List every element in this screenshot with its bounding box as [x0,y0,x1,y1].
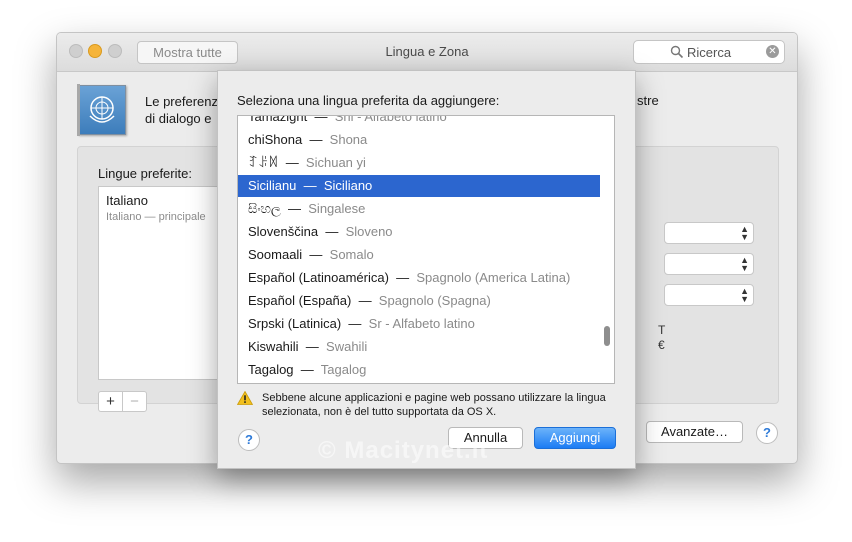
language-native-name: chiShona [248,132,303,147]
language-translated-name: Shi - Alfabeto latino [334,115,447,124]
language-name[interactable]: Italiano [106,193,148,208]
sheet-help-button[interactable]: ? [238,429,260,451]
sheet-title: Seleziona una lingua preferita da aggiun… [237,93,500,108]
title-bar: Mostra tutte Lingua e Zona Ricerca ✕ [57,33,797,72]
separator-dash: — [298,339,327,354]
language-row[interactable]: Sicilianu — Siciliano [238,175,600,197]
separator-dash: — [351,293,379,308]
un-flag-icon [77,84,126,136]
language-row[interactable]: chiShona — Shona [238,129,600,151]
language-translated-name: Tagalog [320,362,367,377]
separator-dash: — [388,270,417,285]
time-format-sample: T [658,323,666,337]
language-translated-name: Spagnolo (Spagna) [378,293,491,308]
scrollbar-thumb[interactable] [604,326,610,346]
language-native-name: Tagalog [248,362,294,377]
language-native-name: Sicilianu [248,178,297,193]
language-native-name: Soomaali [248,247,303,262]
calendar-popup[interactable]: ▲ ▼ [664,284,754,306]
language-subtitle: Italiano — principale [106,211,206,223]
separator-dash: — [293,362,321,377]
language-translated-name: Sloveno [345,224,393,239]
chevron-updown-icon: ▲ ▼ [740,255,749,273]
separator-dash: — [302,247,330,262]
language-list[interactable]: Tamazight — Shi - Alfabeto latino chiShon… [237,115,615,384]
search-icon [670,45,684,59]
currency-sample: € [658,338,665,352]
language-native-name: Kiswahili [248,339,299,354]
language-row[interactable]: Srpski (Latinica) — Sr - Alfabeto latino [238,313,600,335]
language-translated-name: Siciliano [323,178,373,193]
language-row[interactable]: Slovenščina — Sloveno [238,221,600,243]
separator-dash: — [296,178,324,193]
language-translated-name: Sr - Alfabeto latino [368,316,475,331]
language-native-name: Srpski (Latinica) [248,316,342,331]
language-row[interactable]: Español (Latinoamérica) — Spagnolo (Amer… [238,267,600,289]
language-native-name: Español (España) [248,293,352,308]
chevron-updown-icon: ▲ ▼ [740,286,749,304]
language-row[interactable]: ꆈꌠꉙ — Sichuan yi [238,152,600,174]
language-row[interactable]: Tagalog — Tagalog [238,359,600,381]
remove-language-button[interactable]: − [123,392,146,411]
first-day-popup[interactable]: ▲ ▼ [664,253,754,275]
separator-dash: — [318,224,346,239]
language-native-name: Español (Latinoamérica) [248,270,389,285]
help-button[interactable]: ? [756,422,778,444]
language-native-name: ꆈꌠꉙ [248,155,279,170]
preferred-languages-label: Lingue preferite: [98,166,192,181]
separator-dash: — [280,201,309,216]
search-field[interactable]: Ricerca ✕ [633,40,785,64]
advanced-button[interactable]: Avanzate… [646,421,743,443]
region-popup[interactable]: ▲ ▼ [664,222,754,244]
header-description: Le preferenz di dialogo e [145,94,218,126]
chevron-updown-icon: ▲ ▼ [740,224,749,242]
language-native-name: Slovenščina [248,224,319,239]
separator-dash: — [302,132,330,147]
language-translated-name: Shona [329,132,368,147]
language-row[interactable]: සිංහල — Singalese [238,198,600,220]
add-language-button[interactable]: + [99,392,123,411]
language-row[interactable]: Kiswahili — Swahili [238,336,600,358]
language-row[interactable]: Soomaali — Somalo [238,244,600,266]
warning-icon [237,391,253,405]
language-translated-name: Somalo [329,247,374,262]
language-row[interactable]: Tamazight — Shi - Alfabeto latino [238,115,600,128]
add-remove-control: + − [98,391,147,412]
language-translated-name: Sichuan yi [305,155,366,170]
header-description-tail: stre [637,93,659,108]
separator-dash: — [278,155,306,170]
clear-search-icon[interactable]: ✕ [766,45,779,58]
add-button[interactable]: Aggiungi [534,427,616,449]
add-language-sheet: Seleziona una lingua preferita da aggiun… [217,70,636,469]
language-native-name: සිංහල [248,201,281,216]
preferred-languages-list[interactable]: Italiano Italiano — principale [98,186,228,380]
language-translated-name: Spagnolo (America Latina) [416,270,571,285]
search-placeholder: Ricerca [687,45,732,60]
separator-dash: — [341,316,369,331]
language-translated-name: Swahili [326,339,368,354]
language-native-name: Tamazight [248,115,308,124]
language-translated-name: Singalese [308,201,366,216]
warning-text: Sebbene alcune applicazioni e pagine web… [262,392,606,418]
language-row[interactable]: Español (España) — Spagnolo (Spagna) [238,290,600,312]
separator-dash: — [307,115,335,124]
watermark: © Macitynet.it [318,437,489,464]
